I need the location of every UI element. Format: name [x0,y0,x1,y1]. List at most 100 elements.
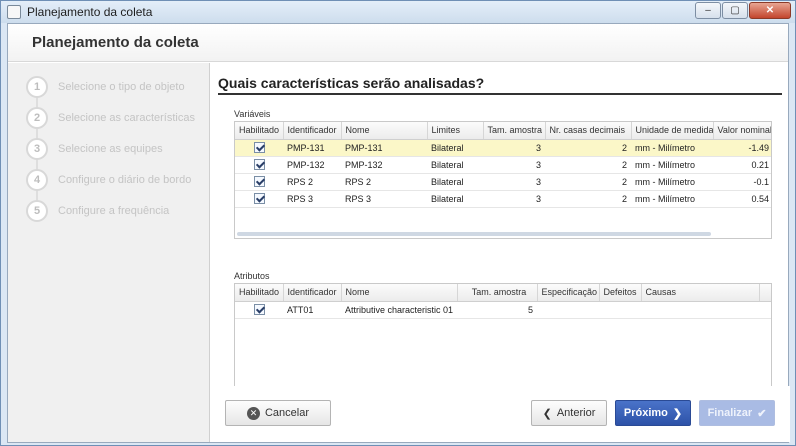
decimals-cell: 2 [545,173,631,191]
chevron-right-icon: ❯ [672,407,683,420]
id-cell: RPS 3 [283,190,341,208]
cancel-icon: ✕ [246,406,260,420]
step-4: 4 Configure o diário de bordo [26,169,192,191]
close-button[interactable]: ✕ [749,2,791,19]
enabled-checkbox[interactable] [253,159,265,171]
name-cell: PMP-131 [341,139,427,157]
horizontal-scrollbar[interactable] [237,232,711,236]
enabled-cell [235,156,283,174]
col-nome[interactable]: Nome [341,122,428,140]
col-valor-nominal[interactable]: Valor nominal [713,122,771,140]
cancel-button[interactable]: ✕ Cancelar [225,400,331,426]
id-cell: RPS 2 [283,173,341,191]
main-panel: Quais características serão analisadas? … [218,63,784,405]
name-cell: RPS 2 [341,173,427,191]
dialog-window: Planejamento da coleta ‒ ▢ ✕ Planejament… [0,0,796,446]
step-label: Selecione as características [58,112,195,124]
col-especificacao[interactable]: Especificação [537,284,600,302]
variables-grid: Habilitado Identificador Nome Limites Ta… [234,121,772,239]
enabled-cell [235,301,283,319]
table-row[interactable]: PMP-131 PMP-131 Bilateral 3 2 mm - Milím… [235,139,771,157]
col-tam-amostra[interactable]: Tam. amostra [457,284,538,302]
app-icon [7,5,21,19]
col-nome[interactable]: Nome [341,284,458,302]
col-defeitos[interactable]: Defeitos [599,284,642,302]
attributes-label: Atributos [234,271,270,281]
enabled-checkbox[interactable] [253,304,265,316]
col-causas[interactable]: Causas [641,284,760,302]
enabled-cell [235,173,283,191]
col-unidade[interactable]: Unidade de medida [631,122,714,140]
cancel-label: Cancelar [264,407,310,419]
title-bar: Planejamento da coleta ‒ ▢ ✕ [1,1,795,23]
limits-cell: Bilateral [427,173,483,191]
name-cell: RPS 3 [341,190,427,208]
enabled-cell [235,139,283,157]
title-divider [218,93,782,95]
col-identificador[interactable]: Identificador [283,122,342,140]
step-number: 3 [26,138,48,160]
enabled-checkbox[interactable] [253,142,265,154]
section-title: Quais características serão analisadas? [218,75,485,91]
dialog-client: Planejamento da coleta 1 Selecione o tip… [7,23,790,443]
step-number: 5 [26,200,48,222]
name-cell: PMP-132 [341,156,427,174]
chevron-left-icon: ❮ [542,407,552,420]
sample-cell: 3 [483,139,545,157]
step-label[interactable]: Selecione o tipo de objeto [58,81,185,93]
nominal-cell: 0.54 [713,190,771,208]
col-casas-decimais[interactable]: Nr. casas decimais [545,122,632,140]
unit-cell: mm - Milímetro [631,156,713,174]
unit-cell: mm - Milímetro [631,190,713,208]
nominal-cell: -1.49 [713,139,771,157]
filler-cell [759,301,771,319]
nominal-cell: 0.21 [713,156,771,174]
decimals-cell: 2 [545,190,631,208]
variables-label: Variáveis [234,109,271,119]
sample-cell: 3 [483,156,545,174]
maximize-button[interactable]: ▢ [722,2,748,19]
name-cell: Attributive characteristic 01 [341,301,457,319]
finish-button[interactable]: Finalizar ✔ [699,400,775,426]
window-title: Planejamento da coleta [27,5,153,19]
sample-cell: 3 [483,173,545,191]
step-5: 5 Configure a frequência [26,200,169,222]
col-habilitado[interactable]: Habilitado [235,122,284,140]
table-row[interactable]: RPS 3 RPS 3 Bilateral 3 2 mm - Milímetro… [235,190,771,208]
col-limites[interactable]: Limites [427,122,484,140]
col-tam-amostra[interactable]: Tam. amostra [483,122,546,140]
unit-cell: mm - Milímetro [631,173,713,191]
enabled-checkbox[interactable] [253,176,265,188]
step-3: 3 Selecione as equipes [26,138,163,160]
id-cell: PMP-132 [283,156,341,174]
finish-label: Finalizar [707,407,753,419]
next-button[interactable]: Próximo ❯ [615,400,691,426]
id-cell: ATT01 [283,301,341,319]
dialog-heading: Planejamento da coleta [32,34,199,51]
step-label: Configure o diário de bordo [58,174,192,186]
defects-cell [599,301,641,319]
enabled-checkbox[interactable] [253,193,265,205]
checkmark-icon: ✔ [757,407,767,420]
step-2: 2 Selecione as características [26,107,195,129]
minimize-button[interactable]: ‒ [695,2,721,19]
sample-cell: 5 [457,301,537,319]
table-row[interactable]: ATT01 Attributive characteristic 01 5 [235,301,771,319]
step-number: 1 [26,76,48,98]
dialog-header: Planejamento da coleta [8,24,788,62]
table-row[interactable]: RPS 2 RPS 2 Bilateral 3 2 mm - Milímetro… [235,173,771,191]
col-habilitado[interactable]: Habilitado [235,284,284,302]
col-identificador[interactable]: Identificador [283,284,342,302]
unit-cell: mm - Milímetro [631,139,713,157]
wizard-steps: 1 Selecione o tipo de objeto 2 Selecione… [8,63,210,442]
dialog-footer: ✕ Cancelar ❮ Anterior Próximo ❯ Finaliza… [210,386,790,442]
nominal-cell: -0.1 [713,173,771,191]
previous-label: Anterior [556,407,596,419]
step-1[interactable]: 1 Selecione o tipo de objeto [26,76,185,98]
sample-cell: 3 [483,190,545,208]
next-label: Próximo [623,407,668,419]
window-controls: ‒ ▢ ✕ [694,2,791,19]
spec-cell [537,301,599,319]
previous-button[interactable]: ❮ Anterior [531,400,607,426]
table-row[interactable]: PMP-132 PMP-132 Bilateral 3 2 mm - Milím… [235,156,771,174]
